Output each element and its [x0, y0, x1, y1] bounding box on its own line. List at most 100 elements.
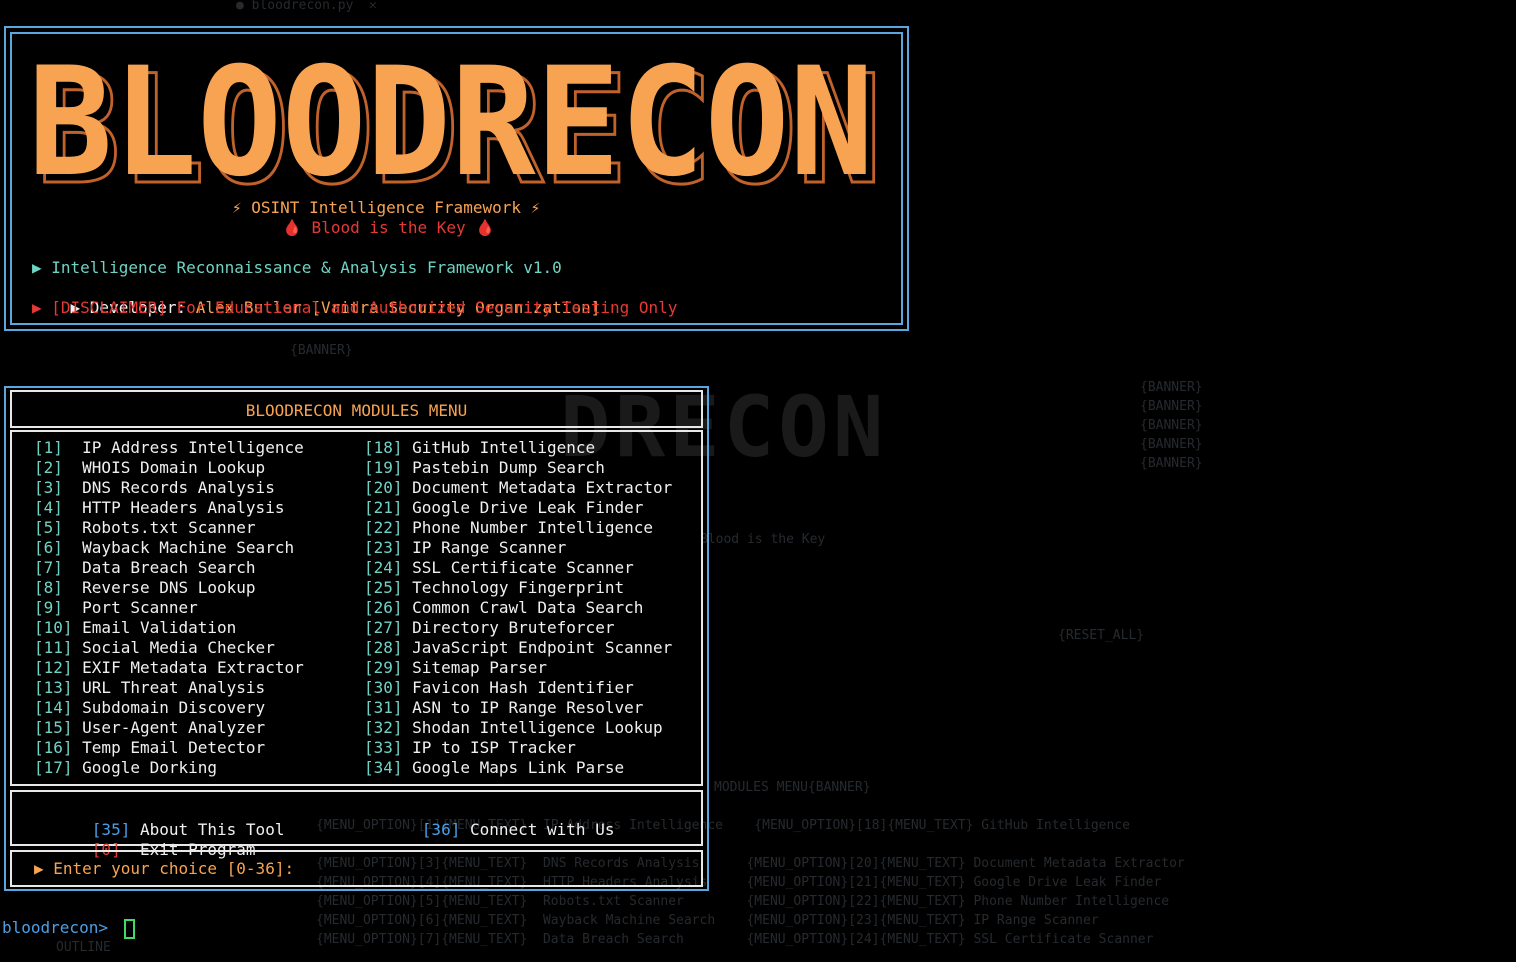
option-label: Sitemap Parser	[402, 658, 548, 677]
option-number: [32]	[364, 718, 403, 737]
menu-option[interactable]: [24] SSL Certificate Scanner	[364, 558, 634, 578]
menu-title-panel: BLOODRECON MODULES MENU	[10, 390, 703, 428]
option-number: [30]	[364, 678, 403, 697]
menu-option[interactable]: [29] Sitemap Parser	[364, 658, 547, 678]
modules-list-panel: [1] IP Address Intelligence [2] WHOIS Dom…	[10, 430, 703, 786]
menu-option[interactable]: [20] Document Metadata Extractor	[364, 478, 672, 498]
menu-option[interactable]: [25] Technology Fingerprint	[364, 578, 624, 598]
option-number: [1]	[34, 438, 73, 457]
menu-option[interactable]: [31] ASN to IP Range Resolver	[364, 698, 643, 718]
option-label: Document Metadata Extractor	[402, 478, 673, 497]
option-label: Social Media Checker	[72, 638, 275, 657]
menu-option[interactable]: [3] DNS Records Analysis	[34, 478, 275, 498]
option-label: Robots.txt Scanner	[72, 518, 256, 537]
ghost-code-line: {BANNER}	[1140, 418, 1203, 433]
menu-option[interactable]: [15] User-Agent Analyzer	[34, 718, 265, 738]
menu-option[interactable]: [4] HTTP Headers Analysis	[34, 498, 284, 518]
option-number: [28]	[364, 638, 403, 657]
option-label: IP to ISP Tracker	[402, 738, 576, 757]
ghost-code-line: {BANNER}	[1140, 456, 1203, 471]
option-number: [15]	[34, 718, 73, 737]
menu-option[interactable]: [16] Temp Email Detector	[34, 738, 265, 758]
menu-option[interactable]: [6] Wayback Machine Search	[34, 538, 294, 558]
option-label: Directory Bruteforcer	[402, 618, 615, 637]
option-number: [36]	[421, 820, 461, 839]
option-number: [9]	[34, 598, 73, 617]
menu-option[interactable]: [1] IP Address Intelligence	[34, 438, 304, 458]
option-number: [10]	[34, 618, 73, 637]
menu-option[interactable]: [2] WHOIS Domain Lookup	[34, 458, 265, 478]
option-label: SSL Certificate Scanner	[402, 558, 634, 577]
menu-option[interactable]: [13] URL Threat Analysis	[34, 678, 265, 698]
choice-prompt: ▶ Enter your choice [0-36]:	[34, 859, 295, 878]
option-number: [16]	[34, 738, 73, 757]
ghost-code-line: {MENU_OPTION}[5]{MENU_TEXT} Robots.txt S…	[316, 894, 1170, 909]
option-number: [26]	[364, 598, 403, 617]
option-number: [14]	[34, 698, 73, 717]
option-number: [33]	[364, 738, 403, 757]
menu-option[interactable]: [9] Port Scanner	[34, 598, 198, 618]
ghost-code-line: {MENU_OPTION}[6]{MENU_TEXT} Wayback Mach…	[316, 913, 1099, 928]
ghost-code-line: {RESET_ALL}	[1058, 628, 1145, 643]
option-label: Phone Number Intelligence	[402, 518, 653, 537]
option-label: Shodan Intelligence Lookup	[402, 718, 663, 737]
menu-option[interactable]: [21] Google Drive Leak Finder	[364, 498, 643, 518]
option-number: [24]	[364, 558, 403, 577]
menu-option[interactable]: [7] Data Breach Search	[34, 558, 256, 578]
option-number: [5]	[34, 518, 73, 537]
option-number: [22]	[364, 518, 403, 537]
menu-option[interactable]: [18] GitHub Intelligence	[364, 438, 595, 458]
option-label: Temp Email Detector	[72, 738, 266, 757]
menu-option[interactable]: [11] Social Media Checker	[34, 638, 275, 658]
option-label: DNS Records Analysis	[72, 478, 275, 497]
option-label: Common Crawl Data Search	[402, 598, 644, 617]
ghost-code-line: Blood is the Key	[700, 532, 826, 547]
ghost-code-line: {MENU_OPTION}[7]{MENU_TEXT} Data Breach …	[316, 932, 1154, 947]
terminal-cursor[interactable]	[123, 918, 135, 939]
shell-prompt-line[interactable]: bloodrecon>	[2, 918, 135, 939]
banner-disclaimer: ▶ [DISCLAIMER] For Educational and Autho…	[32, 298, 678, 317]
menu-option[interactable]: [28] JavaScript Endpoint Scanner	[364, 638, 672, 658]
menu-option[interactable]: [14] Subdomain Discovery	[34, 698, 265, 718]
banner-box: BLOODRECON BLOODRECON ⚡ OSINT Intelligen…	[4, 26, 909, 331]
option-label: JavaScript Endpoint Scanner	[402, 638, 673, 657]
option-label: Wayback Machine Search	[72, 538, 295, 557]
option-label: Google Maps Link Parse	[402, 758, 625, 777]
option-number: [31]	[364, 698, 403, 717]
bloodrecon-logo: BLOODRECON BLOODRECON	[28, 36, 888, 220]
menu-option[interactable]: [23] IP Range Scanner	[364, 538, 566, 558]
option-number: [2]	[34, 458, 73, 477]
menu-option[interactable]: [22] Phone Number Intelligence	[364, 518, 653, 538]
shell-prompt: bloodrecon>	[2, 918, 118, 937]
option-number: [19]	[364, 458, 403, 477]
menu-option[interactable]: [27] Directory Bruteforcer	[364, 618, 614, 638]
option-label: URL Threat Analysis	[72, 678, 266, 697]
modules-menu-box: BLOODRECON MODULES MENU [1] IP Address I…	[4, 386, 709, 891]
menu-option[interactable]: [17] Google Dorking	[34, 758, 217, 778]
menu-option[interactable]: [12] EXIF Metadata Extractor	[34, 658, 304, 678]
menu-option[interactable]: [26] Common Crawl Data Search	[364, 598, 643, 618]
logo-svg: BLOODRECON BLOODRECON	[28, 36, 884, 220]
menu-option[interactable]: [19] Pastebin Dump Search	[364, 458, 605, 478]
logo-main-text: BLOODRECON	[28, 56, 874, 206]
option-label: Pastebin Dump Search	[402, 458, 605, 477]
menu-option[interactable]: [10] Email Validation	[34, 618, 236, 638]
option-label: Google Drive Leak Finder	[402, 498, 644, 517]
option-label: Favicon Hash Identifier	[402, 678, 634, 697]
ghost-code-line: {BANNER}	[1140, 380, 1203, 395]
banner-tagline: 🩸 Blood is the Key 🩸	[282, 218, 496, 237]
option-number: [23]	[364, 538, 403, 557]
menu-option[interactable]: [5] Robots.txt Scanner	[34, 518, 256, 538]
option-label: GitHub Intelligence	[402, 438, 596, 457]
menu-option[interactable]: [32] Shodan Intelligence Lookup	[364, 718, 663, 738]
menu-option[interactable]: [33] IP to ISP Tracker	[364, 738, 576, 758]
menu-option[interactable]: [8] Reverse DNS Lookup	[34, 578, 256, 598]
option-number: [18]	[364, 438, 403, 457]
menu-option[interactable]: [34] Google Maps Link Parse	[364, 758, 624, 778]
option-number: [12]	[34, 658, 73, 677]
menu-option[interactable]: [30] Favicon Hash Identifier	[364, 678, 634, 698]
banner-subtitle: ⚡ OSINT Intelligence Framework ⚡	[232, 198, 541, 217]
extra-options-panel: [35] About This Tool [36] Connect with U…	[10, 790, 703, 859]
option-number: [13]	[34, 678, 73, 697]
option-label: Data Breach Search	[72, 558, 256, 577]
